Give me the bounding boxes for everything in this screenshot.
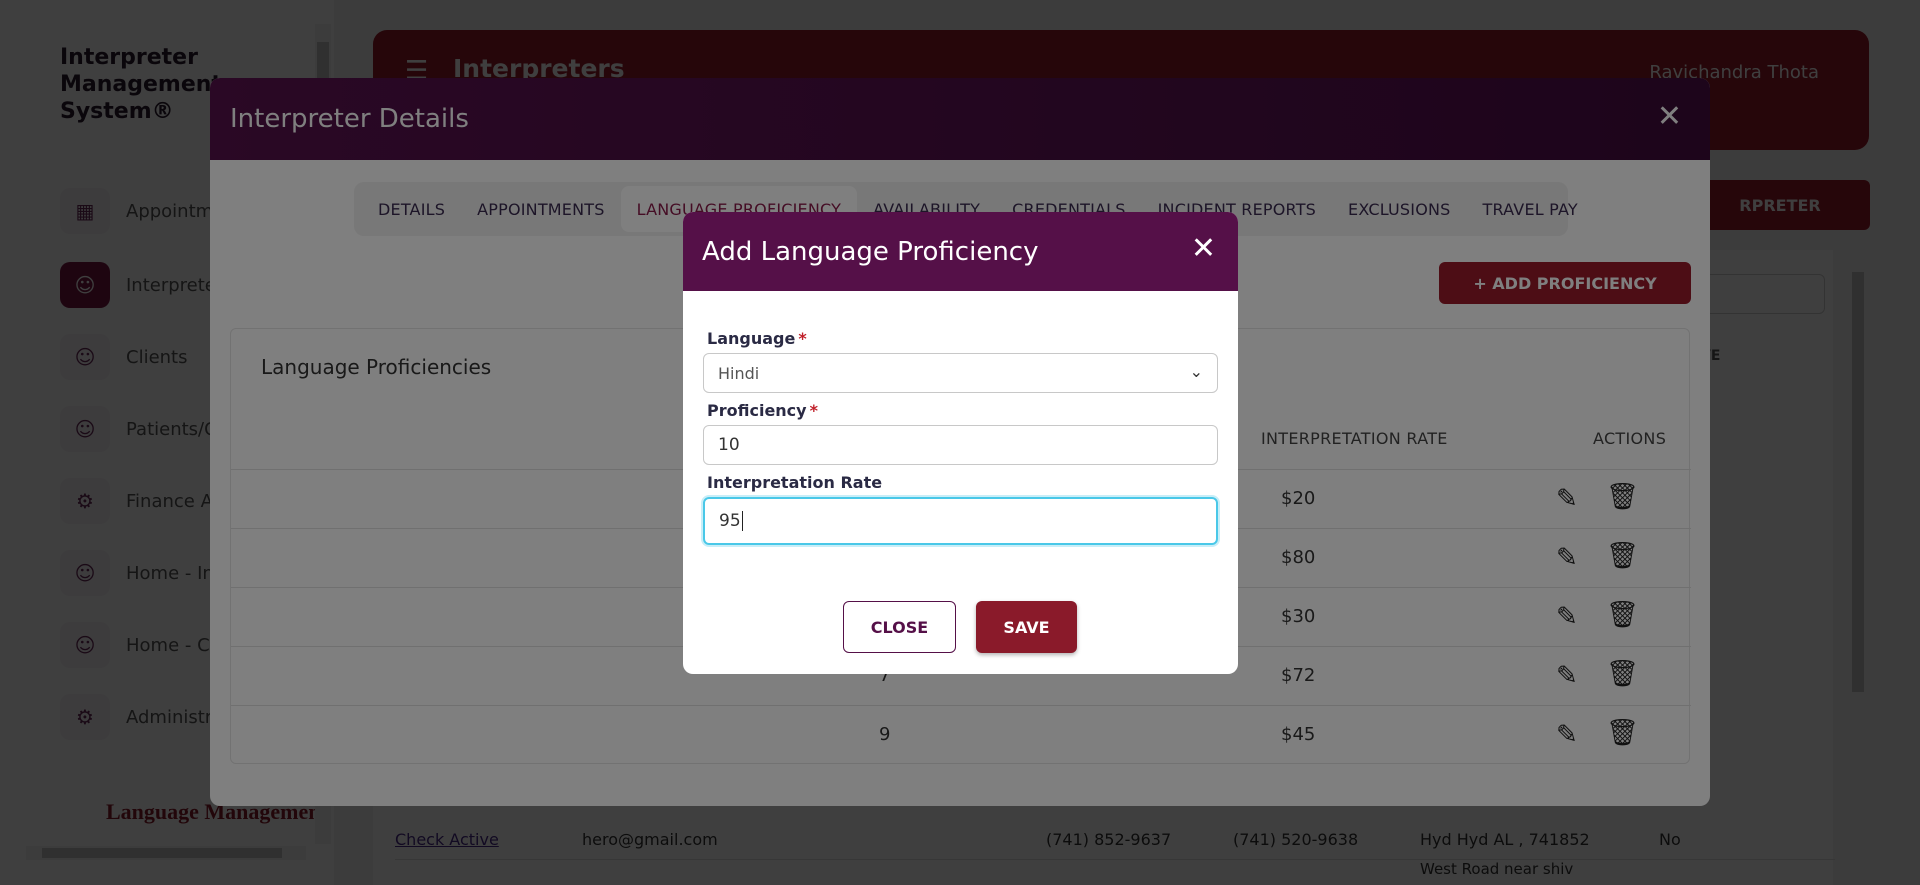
proficiency-input[interactable]: 10 <box>703 425 1218 465</box>
chevron-down-icon: ⌄ <box>1189 362 1203 381</box>
label-text: Proficiency <box>707 401 807 420</box>
language-value: Hindi <box>718 363 760 383</box>
text-caret <box>741 511 743 531</box>
proficiency-label: Proficiency * <box>707 401 818 420</box>
save-button[interactable]: SAVE <box>976 601 1077 653</box>
close-button[interactable]: CLOSE <box>843 601 956 653</box>
modal-header: Add Language Proficiency <box>683 212 1238 291</box>
required-mark: * <box>798 329 807 348</box>
modal-title: Add Language Proficiency <box>702 236 1039 267</box>
interpretation-rate-input[interactable]: 95 <box>703 497 1218 545</box>
language-label: Language * <box>707 329 807 348</box>
label-text: Language <box>707 329 796 348</box>
interpretation-rate-label: Interpretation Rate <box>707 473 883 492</box>
close-icon[interactable]: ✕ <box>1191 234 1216 264</box>
add-language-proficiency-modal: Add Language Proficiency ✕ Language * Hin… <box>683 212 1238 674</box>
proficiency-value: 10 <box>718 435 740 455</box>
language-select[interactable]: Hindi ⌄ <box>703 353 1218 393</box>
interpretation-rate-value: 95 <box>719 511 741 531</box>
required-mark: * <box>809 401 818 420</box>
